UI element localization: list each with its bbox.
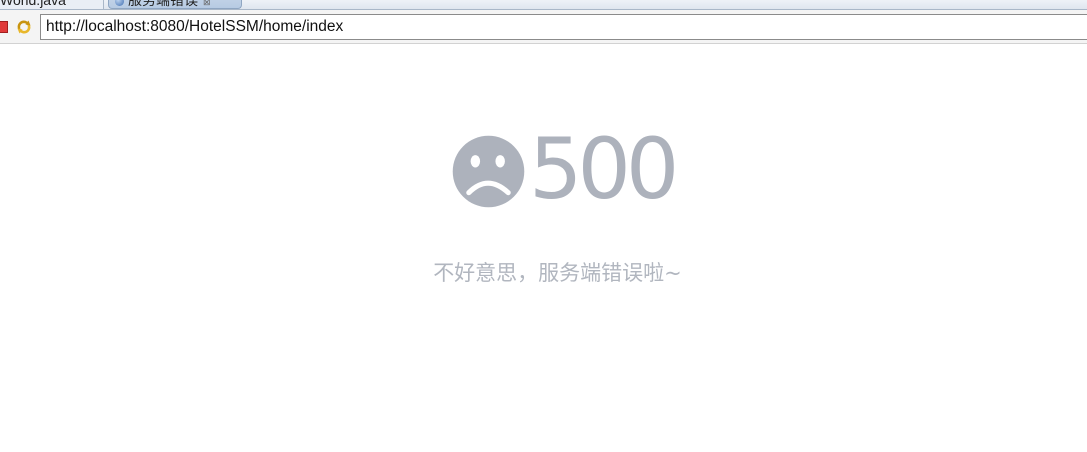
error-code: 500 [529, 120, 679, 218]
refresh-icon[interactable] [15, 18, 33, 36]
error-header: 500 [452, 120, 679, 218]
browser-toolbar: http://localhost:8080/HotelSSM/home/inde… [0, 10, 1087, 44]
tab-label: 服务端错误 [128, 0, 198, 8]
tab-server-error[interactable]: 服务端错误 ⊠ [108, 0, 242, 9]
stop-icon[interactable] [0, 21, 8, 33]
close-icon[interactable]: ⊠ [203, 0, 211, 7]
error-message: 不好意思，服务端错误啦~ [433, 261, 682, 285]
tab-strip: World.java 服务端错误 ⊠ [0, 0, 1087, 10]
tab-world-java[interactable]: World.java [0, 0, 104, 9]
address-input[interactable]: http://localhost:8080/HotelSSM/home/inde… [40, 14, 1087, 40]
tab-label: World.java [0, 0, 66, 8]
globe-icon [115, 0, 124, 6]
sad-face-icon [452, 135, 525, 207]
